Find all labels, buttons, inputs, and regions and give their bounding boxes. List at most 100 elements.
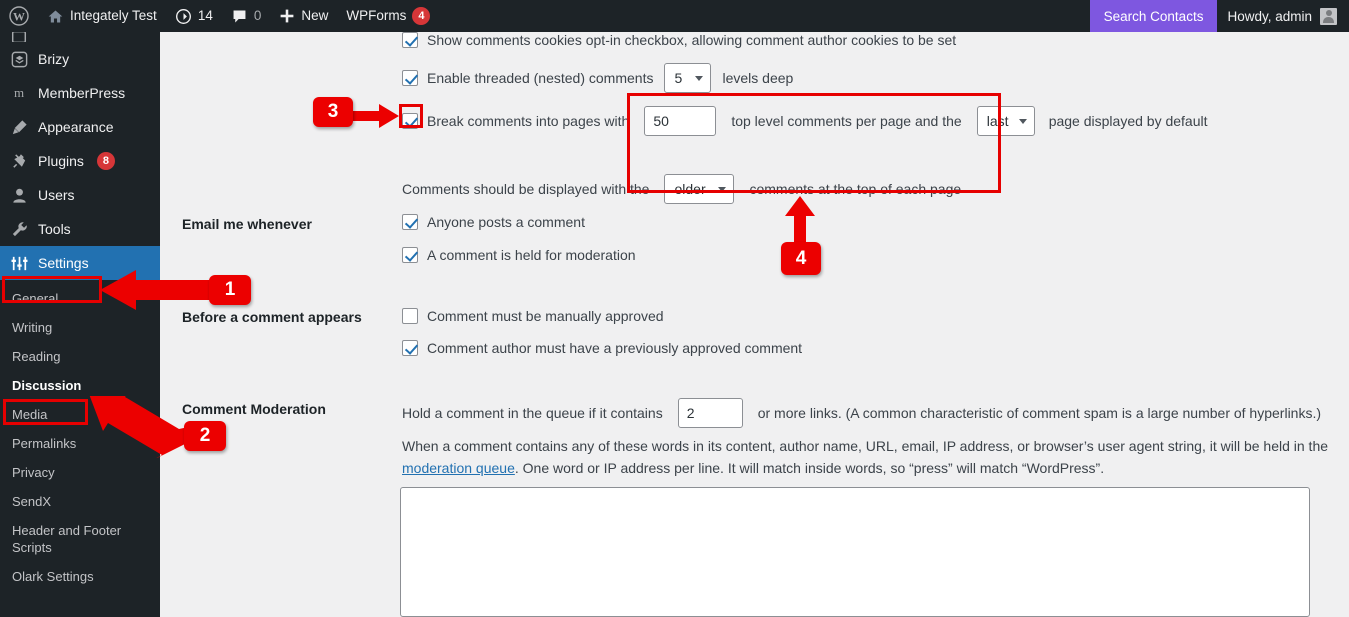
sidebar-item-users[interactable]: Users bbox=[0, 178, 160, 212]
option-threaded-comments[interactable]: Enable threaded (nested) comments 5 leve… bbox=[402, 63, 793, 93]
option-label-before: Enable threaded (nested) comments bbox=[427, 70, 654, 86]
sidebar-item-memberpress[interactable]: m MemberPress bbox=[0, 76, 160, 110]
sidebar-item-plugins[interactable]: Plugins 8 bbox=[0, 144, 160, 178]
checkbox-show-comment-cookies[interactable] bbox=[402, 32, 418, 48]
updates-menu[interactable]: 14 bbox=[166, 0, 222, 32]
display-order-label-after: comments at the top of each page bbox=[749, 181, 962, 197]
option-label-after: levels deep bbox=[722, 70, 794, 86]
select-thread-depth[interactable]: 5 bbox=[664, 63, 712, 93]
chevron-down-icon bbox=[1018, 119, 1027, 124]
select-comment-order-value: older bbox=[674, 181, 706, 197]
option-comment-display-order[interactable]: Comments should be displayed with the ol… bbox=[402, 174, 961, 204]
moderation-keys-textarea[interactable] bbox=[400, 487, 1310, 617]
plus-icon bbox=[279, 8, 295, 24]
admin-bar: W Integately Test 14 0 New WPForms 4 Sea… bbox=[0, 0, 1349, 32]
sidebar-item-partial-above[interactable] bbox=[0, 32, 160, 42]
home-icon bbox=[47, 8, 64, 25]
input-comments-per-page[interactable]: 50 bbox=[644, 106, 717, 136]
wpforms-label: WPForms bbox=[346, 8, 407, 23]
chevron-down-icon bbox=[718, 187, 727, 192]
marker-3: 3 bbox=[313, 97, 353, 127]
moderation-queue-link[interactable]: moderation queue bbox=[402, 460, 515, 476]
moderation-desc-part2: . One word or IP address per line. It wi… bbox=[514, 460, 1105, 476]
sidebar-item-appearance[interactable]: Appearance bbox=[0, 110, 160, 144]
comments-menu[interactable]: 0 bbox=[222, 0, 271, 32]
option-anyone-posts-comment[interactable]: Anyone posts a comment bbox=[402, 214, 585, 230]
partial-icon bbox=[9, 32, 29, 42]
submenu-item-sendx[interactable]: SendX bbox=[0, 487, 160, 516]
checkbox-threaded-comments[interactable] bbox=[402, 70, 418, 86]
option-label-before: Break comments into pages with bbox=[427, 113, 630, 129]
option-label: Comment must be manually approved bbox=[427, 308, 664, 324]
new-label: New bbox=[301, 8, 329, 23]
user-icon bbox=[9, 185, 29, 205]
option-show-comment-cookies[interactable]: Show comments cookies opt-in checkbox, a… bbox=[402, 32, 956, 48]
comments-count: 0 bbox=[253, 8, 262, 23]
submenu-item-header-and-footer-scripts[interactable]: Header and Footer Scripts bbox=[0, 516, 140, 562]
checkbox-break-comments-into-pages[interactable] bbox=[402, 113, 418, 129]
submenu-item-writing[interactable]: Writing bbox=[0, 313, 160, 342]
option-label-mid: top level comments per page and the bbox=[731, 113, 962, 129]
sidebar-item-label: Plugins bbox=[38, 153, 84, 169]
arrow-to-discussion bbox=[83, 390, 198, 463]
svg-text:m: m bbox=[14, 85, 24, 100]
option-break-comments-into-pages[interactable]: Break comments into pages with 50 top le… bbox=[402, 106, 1208, 136]
sidebar-item-tools[interactable]: Tools bbox=[0, 212, 160, 246]
wp-logo-menu[interactable]: W bbox=[0, 0, 38, 32]
search-contacts-button[interactable]: Search Contacts bbox=[1089, 0, 1218, 32]
select-default-page-value: last bbox=[986, 113, 1009, 129]
paintbrush-icon bbox=[9, 117, 29, 137]
wrench-icon bbox=[9, 219, 29, 239]
moderation-hold-label-after: or more links. (A common characteristic … bbox=[757, 405, 1322, 421]
moderation-description: When a comment contains any of these wor… bbox=[402, 435, 1332, 479]
chevron-down-icon bbox=[695, 76, 704, 81]
site-name-label: Integately Test bbox=[70, 8, 157, 23]
display-order-label-before: Comments should be displayed with the bbox=[402, 181, 650, 197]
sidebar-item-brizy[interactable]: Brizy bbox=[0, 42, 160, 76]
new-content-menu[interactable]: New bbox=[270, 0, 337, 32]
arrow-to-break-comments-checkbox bbox=[349, 103, 401, 134]
sliders-icon bbox=[9, 253, 29, 273]
plugins-count-badge: 8 bbox=[96, 152, 115, 170]
moderation-hold-row[interactable]: Hold a comment in the queue if it contai… bbox=[402, 398, 1321, 428]
option-label: A comment is held for moderation bbox=[427, 247, 636, 263]
layers-icon bbox=[9, 49, 29, 69]
wpforms-count-badge: 4 bbox=[412, 7, 431, 25]
input-max-links[interactable]: 2 bbox=[677, 398, 743, 428]
option-label: Show comments cookies opt-in checkbox, a… bbox=[427, 32, 957, 48]
sidebar-item-label: Brizy bbox=[38, 51, 70, 67]
wordpress-logo-icon: W bbox=[9, 6, 29, 26]
marker-2: 2 bbox=[184, 421, 226, 451]
account-menu[interactable]: Howdy, admin bbox=[1217, 0, 1349, 32]
moderation-hold-label-before: Hold a comment in the queue if it contai… bbox=[402, 405, 663, 421]
checkbox-manually-approved[interactable] bbox=[402, 308, 418, 324]
sidebar-item-label: Settings bbox=[38, 255, 89, 271]
comments-bubble-icon bbox=[231, 8, 248, 25]
checkbox-previously-approved[interactable] bbox=[402, 340, 418, 356]
wpforms-menu[interactable]: WPForms 4 bbox=[337, 0, 439, 32]
checkbox-comment-held-moderation[interactable] bbox=[402, 247, 418, 263]
checkbox-anyone-posts-comment[interactable] bbox=[402, 214, 418, 230]
updates-count: 14 bbox=[197, 8, 213, 23]
arrow-to-settings bbox=[96, 268, 216, 317]
submenu-item-olark-settings[interactable]: Olark Settings bbox=[0, 562, 160, 591]
section-heading-comment-moderation: Comment Moderation bbox=[182, 401, 326, 417]
submenu-item-reading[interactable]: Reading bbox=[0, 342, 160, 371]
memberpress-m-icon: m bbox=[9, 83, 29, 103]
option-comment-held-moderation[interactable]: A comment is held for moderation bbox=[402, 247, 636, 263]
site-name-menu[interactable]: Integately Test bbox=[38, 0, 166, 32]
select-default-page[interactable]: last bbox=[976, 106, 1035, 136]
plug-icon bbox=[9, 151, 29, 171]
option-manually-approved[interactable]: Comment must be manually approved bbox=[402, 308, 664, 324]
section-heading-email-me-whenever: Email me whenever bbox=[182, 216, 312, 232]
admin-bar-spacer bbox=[439, 0, 1089, 32]
sidebar-item-label: Appearance bbox=[38, 119, 114, 135]
svg-text:W: W bbox=[13, 10, 25, 24]
marker-4: 4 bbox=[781, 242, 821, 275]
howdy-label: Howdy, admin bbox=[1227, 8, 1312, 24]
sidebar-item-label: Tools bbox=[38, 221, 71, 237]
option-previously-approved[interactable]: Comment author must have a previously ap… bbox=[402, 340, 802, 356]
option-label: Comment author must have a previously ap… bbox=[427, 340, 803, 356]
sidebar-item-label: MemberPress bbox=[38, 85, 126, 101]
select-comment-order[interactable]: older bbox=[664, 174, 735, 204]
